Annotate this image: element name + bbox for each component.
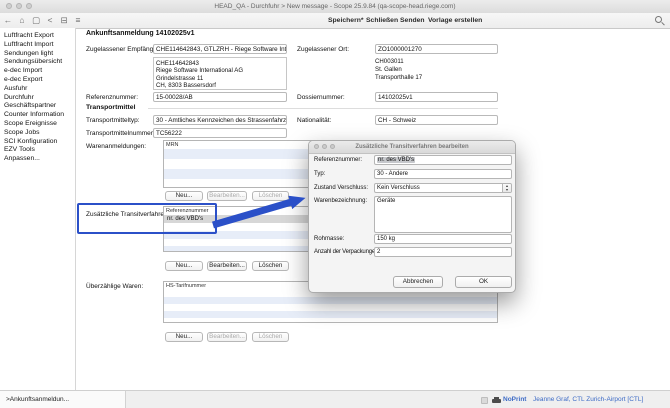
sidebar-item-durchfuhr[interactable]: Durchfuhr [0,94,75,103]
list-row [164,311,497,318]
dialog-anzahl-verpackungen-label: Anzahl der Verpackungen: [314,249,380,255]
ueberzaehlige-bearbeiten-button[interactable]: Bearbeiten... [207,332,247,342]
sidebar-item-counter-information[interactable]: Counter Information [0,111,75,120]
ueberzaehlige-loeschen-button[interactable]: Löschen [252,332,289,342]
transportmittelnummer-input[interactable]: TC56222 [153,128,287,138]
sidebar-item-sci-konfiguration[interactable]: SCI Konfiguration [0,138,75,147]
dialog-warenbezeichnung-textarea[interactable]: Geräte [374,196,512,233]
nationalitaet-input[interactable]: CH - Schweiz [375,115,498,125]
list-icon[interactable]: ≡ [72,13,84,28]
tray-icon[interactable]: ⊟ [58,13,70,28]
transportmittelnummer-label: Transportmittelnummer: [86,130,155,137]
open-message-tab[interactable]: >Ankunftsanmeldun... [0,390,126,408]
dossiernummer-input[interactable]: 14102025v1 [375,92,498,102]
stepper-icon[interactable]: ▴▾ [502,184,511,192]
sidebar-item-sendungsuebersicht[interactable]: Sendungsübersicht [0,58,75,67]
sidebar-item-luftfracht-export[interactable]: Luftfracht Export [0,32,75,41]
schliessen-button[interactable]: Schließen [366,13,398,28]
abbrechen-button[interactable]: Abbrechen [393,276,443,288]
home-icon[interactable]: ⌂ [16,13,28,28]
page-title: Ankunftsanmeldung 14102025v1 [86,30,195,37]
ueberzaehlige-neu-button[interactable]: Neu... [165,332,203,342]
nationalitaet-label: Nationalität: [297,117,331,124]
senden-button[interactable]: Senden [400,13,425,28]
referenznummer-input[interactable]: 15-00028/AB [153,92,287,102]
warenanmeldungen-neu-button[interactable]: Neu... [165,191,203,201]
chevron-down-icon: ▾ [503,188,511,192]
empfaenger-label: Zugelassener Empfänger: [86,46,161,53]
dialog-title: Zusätzliche Transitverfahren bearbeiten [309,141,515,153]
dialog-typ-input[interactable]: 30 - Andere [374,169,512,179]
sidebar-item-ezv-tools[interactable]: EZV Tools [0,146,75,155]
selected-option: Kein Verschluss [377,185,420,191]
dialog-zustand-verschluss-label: Zustand Verschluss: [314,185,368,191]
empfaenger-address-box[interactable]: CHE114642843 Riege Software Internationa… [153,57,287,90]
transitverfahren-neu-button[interactable]: Neu... [165,261,203,271]
transitverfahren-loeschen-button[interactable]: Löschen [252,261,289,271]
transitverfahren-bearbeiten-dialog: Zusätzliche Transitverfahren bearbeiten … [308,140,516,293]
dialog-warenbezeichnung-label: Warenbezeichnung: [314,198,367,204]
vorlage-erstellen-button[interactable]: Vorlage erstellen [428,13,482,28]
sidebar-item-edec-export[interactable]: e-dec Export [0,76,75,85]
list-row [164,304,497,311]
warenanmeldungen-loeschen-button[interactable]: Löschen [252,191,289,201]
noprint-status[interactable]: NoPrint [503,396,526,404]
sidebar-item-scope-ereignisse[interactable]: Scope Ereignisse [0,120,75,129]
dialog-typ-label: Typ: [314,171,325,177]
ort-address-text: CH003011 St. Gallen Transporthalle 17 [375,58,498,81]
list-row [164,318,497,323]
referenznummer-label: Referenznummer: [86,94,138,101]
back-icon[interactable]: ← [2,13,14,28]
selected-text: nr. des VBD's [377,157,415,163]
dialog-referenznummer-input[interactable]: nr. des VBD's [374,155,512,165]
list-row [164,297,497,304]
dialog-titlebar: Zusätzliche Transitverfahren bearbeiten [309,141,515,154]
ueberzaehlige-waren-label: Überzählige Waren: [86,283,143,290]
transportmitteltyp-input[interactable]: 30 - Amtliches Kennzeichen des Strassenf… [153,115,287,125]
logged-in-user: Jeanne Graf, CTL Zurich-Airport [CTL] [533,396,643,404]
dialog-referenznummer-label: Referenznummer: [314,157,362,163]
empfaenger-input[interactable]: CHE114642843, GTLZRH - Riege Software In… [153,44,287,54]
status-square-icon [481,397,488,404]
speichern-button[interactable]: Speichern* [328,13,364,28]
sidebar-item-geschaeftspartner[interactable]: Geschäftspartner [0,102,75,111]
section-divider [148,108,498,109]
ok-button[interactable]: OK [455,276,512,288]
share-icon[interactable]: < [44,13,56,28]
warenanmeldungen-label: Warenanmeldungen: [86,143,146,150]
dialog-zustand-verschluss-select[interactable]: Kein Verschluss ▴▾ [374,183,512,193]
sidebar-item-luftfracht-import[interactable]: Luftfracht Import [0,41,75,50]
module-sidebar: Luftfracht Export Luftfracht Import Send… [0,28,76,390]
sidebar-item-ausfuhr[interactable]: Ausfuhr [0,85,75,94]
dialog-rohmasse-input[interactable]: 150 kg [374,234,512,244]
printer-icon [492,397,501,404]
fullscreen-icon[interactable]: ▢ [30,13,42,28]
ort-input[interactable]: ZO1000001270 [375,44,498,54]
dialog-anzahl-verpackungen-input[interactable]: 2 [374,247,512,257]
transportmittel-section-header: Transportmittel [86,104,135,111]
window-title: HEAD_QA - Durchfuhr > New message - Scop… [0,0,670,13]
sidebar-item-sendungen-light[interactable]: Sendungen light [0,50,75,59]
ort-label: Zugelassener Ort: [297,46,349,53]
dialog-rohmasse-label: Rohmasse: [314,236,344,242]
transitverfahren-bearbeiten-button[interactable]: Bearbeiten... [207,261,247,271]
sidebar-item-anpassen[interactable]: Anpassen... [0,155,75,164]
dossiernummer-label: Dossiernummer: [297,94,345,101]
transportmitteltyp-label: Transportmitteltyp: [86,117,140,124]
search-icon[interactable] [655,16,662,23]
sidebar-item-scope-jobs[interactable]: Scope Jobs [0,129,75,138]
transitverfahren-label: Zusätzliche Transitverfahren: [86,211,169,218]
window-titlebar: HEAD_QA - Durchfuhr > New message - Scop… [0,0,670,14]
warenanmeldungen-bearbeiten-button[interactable]: Bearbeiten... [207,191,247,201]
sidebar-item-edec-import[interactable]: e-dec Import [0,67,75,76]
